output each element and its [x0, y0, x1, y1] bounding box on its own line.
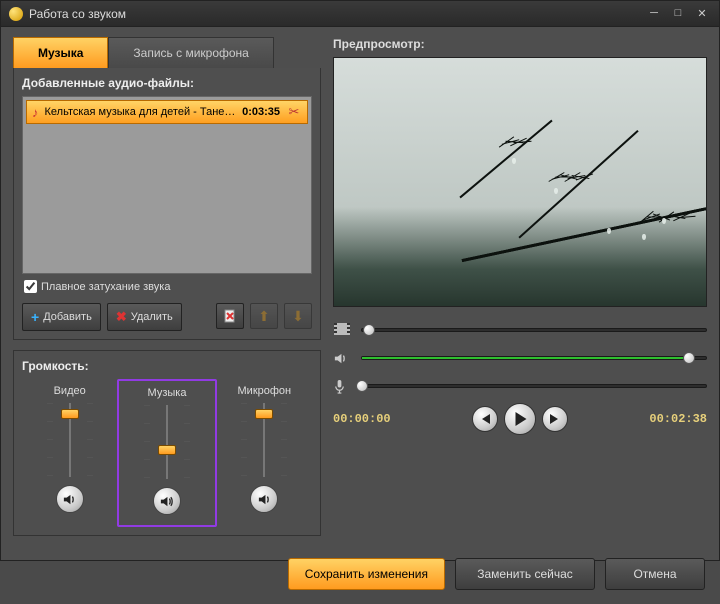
cancel-button[interactable]: Отмена	[605, 558, 705, 590]
arrow-down-icon: ⬇	[292, 308, 304, 325]
volume-header: Громкость:	[22, 359, 312, 373]
close-button[interactable]: ✕	[693, 7, 711, 21]
volume-music-slider[interactable]	[152, 405, 182, 479]
delete-button[interactable]: ✖ Удалить	[107, 303, 182, 331]
replace-now-button[interactable]: Заменить сейчас	[455, 558, 595, 590]
tab-music[interactable]: Музыка	[13, 37, 108, 68]
move-down-button[interactable]: ⬇	[284, 303, 312, 329]
volume-music-mute[interactable]	[153, 487, 181, 515]
scissors-icon[interactable]: ✂	[286, 104, 302, 120]
volume-music-column: Музыка	[117, 379, 216, 527]
app-icon	[9, 7, 23, 21]
volume-panel: Громкость: Видео	[13, 350, 321, 536]
speaker-icon	[62, 492, 77, 507]
maximize-button[interactable]: □	[669, 7, 687, 21]
audio-file-duration: 0:03:35	[242, 106, 280, 118]
minimize-button[interactable]: ─	[645, 7, 663, 21]
skip-prev-icon	[479, 414, 491, 424]
next-button[interactable]	[542, 406, 568, 432]
volume-mic-mute[interactable]	[250, 485, 278, 513]
play-button[interactable]	[504, 403, 536, 435]
preview-controls: 00:00:00 00:02:38	[333, 319, 707, 435]
audio-file-list[interactable]: ♪ Кельтская музыка для детей - Танец-Ht.…	[22, 96, 312, 274]
audio-file-name: Кельтская музыка для детей - Танец-Ht...	[45, 106, 237, 118]
volume-video-label: Видео	[26, 385, 113, 397]
preview-header: Предпросмотр:	[333, 37, 707, 51]
volume-mic-label: Микрофон	[221, 385, 308, 397]
music-note-icon: ♪	[32, 105, 39, 120]
video-progress-slider[interactable]	[361, 328, 707, 332]
add-button-label: Добавить	[43, 311, 92, 323]
window-title: Работа со звуком	[29, 7, 639, 21]
arrow-up-icon: ⬆	[258, 308, 270, 325]
microphone-icon	[333, 379, 351, 394]
tab-bar: Музыка Запись с микрофона	[13, 37, 321, 68]
volume-music-label: Музыка	[123, 387, 210, 399]
time-total: 00:02:38	[649, 412, 707, 426]
filmstrip-icon	[333, 322, 351, 338]
skip-next-icon	[549, 414, 561, 424]
audio-file-item[interactable]: ♪ Кельтская музыка для детей - Танец-Ht.…	[26, 100, 308, 124]
play-icon	[514, 412, 527, 426]
volume-mic-column: Микрофон	[217, 379, 312, 527]
fade-checkbox-row[interactable]: Плавное затухание звука	[22, 278, 312, 295]
preview-mic-slider[interactable]	[361, 384, 707, 388]
fade-checkbox[interactable]	[24, 280, 37, 293]
preview-volume-slider[interactable]	[361, 356, 707, 360]
remove-file-button[interactable]	[216, 303, 244, 329]
titlebar: Работа со звуком ─ □ ✕	[1, 1, 719, 27]
speaker-icon	[257, 492, 272, 507]
preview-viewport[interactable]	[333, 57, 707, 307]
speaker-icon	[159, 494, 174, 509]
save-button[interactable]: Сохранить изменения	[288, 558, 445, 590]
volume-mic-slider[interactable]	[249, 403, 279, 477]
footer-buttons: Сохранить изменения Заменить сейчас Отме…	[1, 548, 719, 604]
transport-controls	[472, 403, 568, 435]
fade-label: Плавное затухание звука	[41, 281, 170, 293]
cross-icon: ✖	[116, 309, 127, 325]
volume-icon	[333, 351, 351, 366]
time-current: 00:00:00	[333, 412, 391, 426]
files-header: Добавленные аудио-файлы:	[22, 76, 312, 90]
add-button[interactable]: + Добавить	[22, 303, 101, 331]
prev-button[interactable]	[472, 406, 498, 432]
remove-file-icon	[223, 309, 237, 323]
volume-video-slider[interactable]	[55, 403, 85, 477]
delete-button-label: Удалить	[131, 311, 173, 323]
volume-video-mute[interactable]	[56, 485, 84, 513]
plus-icon: +	[31, 309, 39, 325]
move-up-button[interactable]: ⬆	[250, 303, 278, 329]
volume-video-column: Видео	[22, 379, 117, 527]
sound-editor-window: Работа со звуком ─ □ ✕ Музыка Запись с м…	[0, 0, 720, 561]
tab-microphone[interactable]: Запись с микрофона	[108, 37, 273, 68]
